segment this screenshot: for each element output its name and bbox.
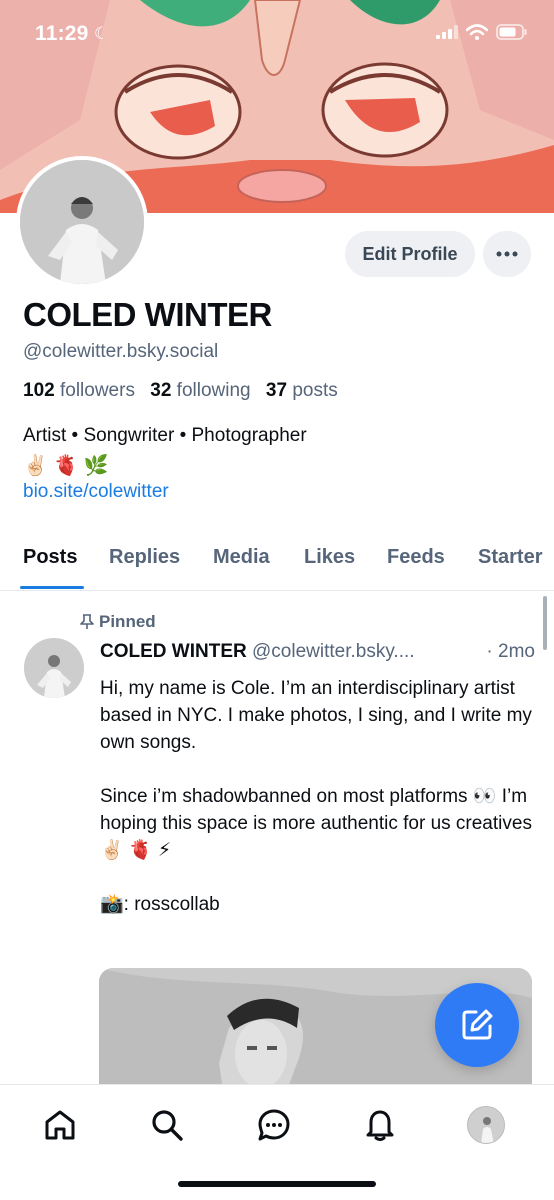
home-icon: [45, 1110, 75, 1140]
nav-chat[interactable]: [254, 1105, 294, 1145]
posts-stat: 37 posts: [266, 380, 338, 401]
nav-profile[interactable]: [466, 1105, 506, 1145]
post-author-name[interactable]: COLED WINTER: [100, 641, 247, 662]
bio-line: Artist • Songwriter • Photographer: [23, 425, 307, 446]
compose-icon: [462, 1009, 493, 1040]
pinned-label: Pinned: [99, 612, 156, 631]
bio-emojis: ✌🏻 🫀 🌿: [23, 455, 109, 477]
tab-feeds[interactable]: Feeds: [387, 546, 445, 569]
following-label: following: [176, 380, 251, 401]
ellipsis-icon: [496, 251, 518, 257]
followers-count: 102: [23, 380, 55, 401]
search-icon: [152, 1110, 183, 1141]
post-header: COLED WINTER @colewitter.bsky.... · 2mo: [100, 641, 535, 663]
post-text[interactable]: Hi, my name is Cole. I’m an interdiscipl…: [100, 675, 540, 945]
following-count: 32: [150, 380, 172, 401]
profile-avatar[interactable]: [16, 156, 148, 288]
posts-label: posts: [292, 380, 338, 401]
pin-icon: [80, 614, 94, 629]
bio-link[interactable]: bio.site/colewitter: [23, 481, 169, 503]
post-avatar-photo: [24, 638, 84, 698]
tab-posts[interactable]: Posts: [23, 546, 77, 569]
bottom-navigation: [0, 1084, 554, 1200]
scrollbar[interactable]: [543, 596, 547, 650]
post-paragraph: Hi, my name is Cole. I’m an interdiscipl…: [100, 678, 532, 753]
post-timestamp[interactable]: · 2mo: [486, 641, 535, 663]
profile-name: COLED WINTER: [23, 296, 272, 333]
followers-label: followers: [59, 380, 135, 401]
avatar: [467, 1106, 505, 1144]
post-paragraph: 📸: rosscollab: [100, 894, 220, 915]
nav-search[interactable]: [147, 1105, 187, 1145]
post-author-handle[interactable]: @colewitter.bsky....: [252, 641, 415, 662]
tab-media[interactable]: Media: [213, 546, 270, 569]
chat-icon: [258, 1109, 290, 1141]
nav-notifications[interactable]: [360, 1105, 400, 1145]
post-author-avatar[interactable]: [24, 638, 84, 698]
compose-post-button[interactable]: [435, 983, 519, 1067]
following-link[interactable]: 32 following: [150, 380, 250, 401]
status-time: 11:29: [35, 22, 89, 45]
edit-profile-button[interactable]: Edit Profile: [345, 231, 475, 277]
post-paragraph: Since i’m shadowbanned on most platforms…: [100, 786, 532, 861]
tab-replies[interactable]: Replies: [109, 546, 180, 569]
pinned-indicator: Pinned: [80, 612, 156, 632]
focus-moon-icon: ☾: [94, 24, 110, 43]
wifi-icon: [466, 24, 488, 40]
profile-tabs: Posts Replies Media Likes Feeds Starter: [0, 530, 554, 591]
nav-home[interactable]: [40, 1105, 80, 1145]
signal-icon: [436, 25, 458, 39]
posts-count: 37: [265, 380, 288, 401]
status-indicators: [436, 24, 528, 40]
tab-starter[interactable]: Starter: [478, 546, 542, 569]
tab-likes[interactable]: Likes: [304, 546, 355, 569]
home-indicator: [178, 1181, 376, 1187]
battery-icon: [496, 24, 527, 40]
bell-icon: [366, 1110, 394, 1141]
more-options-button[interactable]: [483, 231, 531, 277]
profile-stats: 102 followers 32 following 37 posts: [23, 380, 338, 402]
avatar-photo: [20, 160, 144, 284]
followers-link[interactable]: 102 followers: [23, 380, 135, 401]
profile-handle: @colewitter.bsky.social: [23, 341, 219, 362]
active-tab-indicator: [20, 586, 84, 589]
nav-avatar-photo: [468, 1107, 504, 1143]
status-bar: 11:29 ☾: [0, 0, 554, 70]
